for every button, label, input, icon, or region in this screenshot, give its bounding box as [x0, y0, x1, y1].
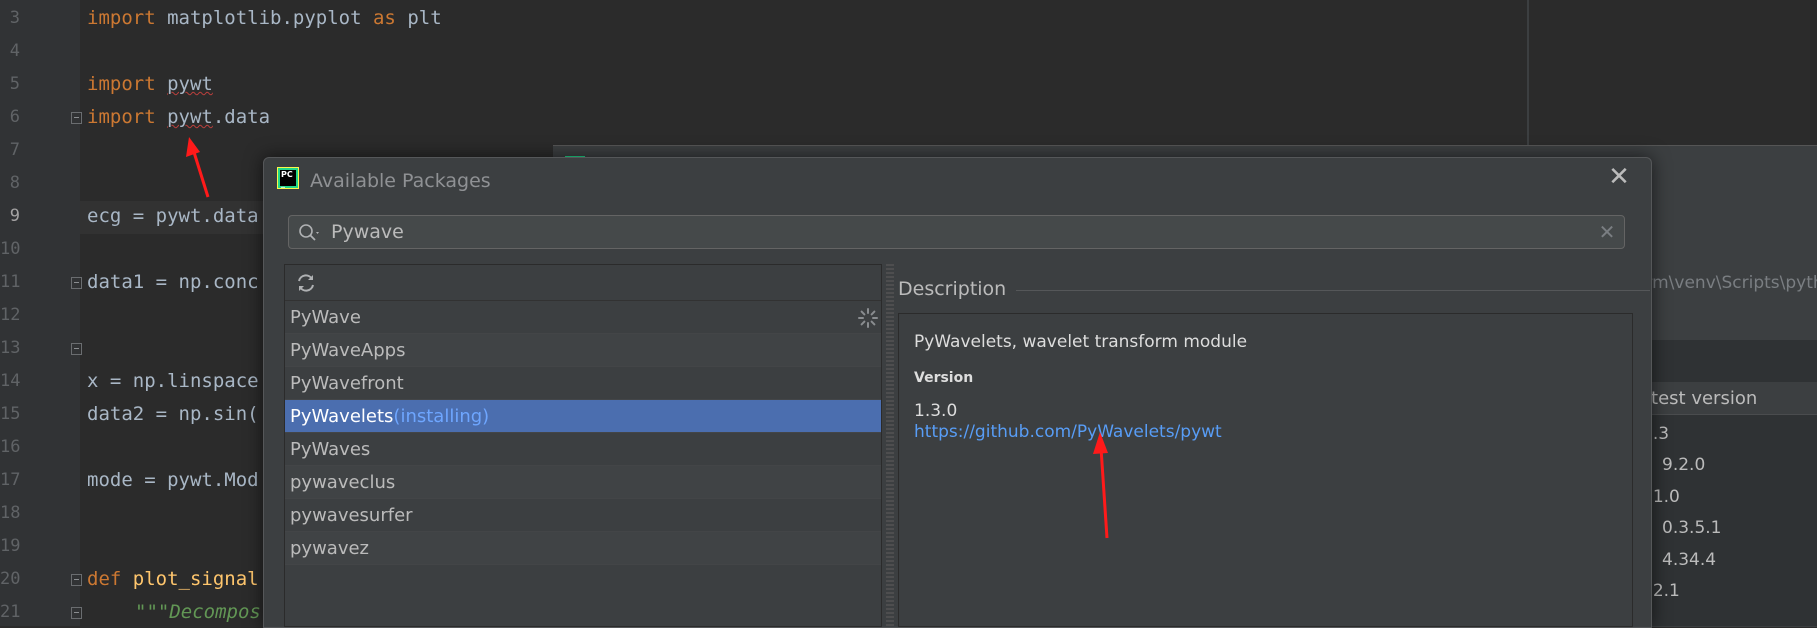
fold-toggle-icon[interactable]: [71, 277, 82, 289]
line-number: 11: [0, 272, 21, 292]
interpreter-path: arm\venv\Scripts\pyth: [1635, 273, 1817, 293]
close-icon[interactable]: ✕: [1604, 162, 1634, 192]
fold-toggle-icon[interactable]: [71, 574, 82, 586]
line-number: 8: [9, 173, 20, 193]
clear-search-icon[interactable]: ✕: [1595, 219, 1619, 245]
package-list-toolbar: [285, 265, 881, 301]
code-line[interactable]: x = np.linspace: [87, 370, 259, 392]
list-item[interactable]: pywavesurfer: [285, 499, 881, 532]
version-cell: 0.3.5.1: [1662, 518, 1722, 538]
unresolved-module: pywt: [167, 73, 213, 95]
list-item[interactable]: PyWavefront: [285, 367, 881, 400]
line-number: 3: [9, 8, 20, 28]
module-attr: .data: [212, 106, 271, 128]
line-number: 6: [9, 107, 20, 127]
package-name: pywavez: [290, 538, 370, 559]
unresolved-module: pywt: [167, 106, 213, 128]
list-item-selected[interactable]: PyWavelets(installing): [285, 400, 881, 433]
line-number: 5: [9, 74, 20, 94]
keyword: import: [87, 106, 156, 128]
version-cell: 4.34.4: [1662, 550, 1717, 570]
line-number: 10: [0, 239, 21, 259]
package-name: pywavesurfer: [290, 505, 413, 526]
line-number: 13: [0, 338, 21, 358]
fold-toggle-icon[interactable]: [71, 607, 82, 619]
line-number-current: 9: [9, 206, 20, 226]
line-number: 20: [0, 569, 21, 589]
line-number: 17: [0, 470, 21, 490]
available-packages-dialog: PC_ Available Packages ✕ ✕ PyWave: [263, 157, 1652, 628]
code-line[interactable]: def plot_signal: [87, 568, 259, 590]
list-item[interactable]: pywavez: [285, 532, 881, 565]
module-name: matplotlib.pyplot: [155, 7, 373, 29]
version-cell: 9.2.0: [1662, 455, 1706, 475]
search-icon[interactable]: [297, 222, 321, 244]
list-item[interactable]: pywaveclus: [285, 466, 881, 499]
line-number: 14: [0, 371, 21, 391]
line-number: 19: [0, 536, 21, 556]
editor-right-margin: [1527, 0, 1529, 150]
function-name: plot_signal: [132, 568, 259, 590]
splitter-handle[interactable]: [886, 264, 894, 627]
loading-spinner-icon: [858, 308, 878, 328]
line-number: 15: [0, 404, 21, 424]
package-name: PyWavelets: [290, 406, 394, 427]
search-field[interactable]: ✕: [288, 215, 1625, 249]
description-heading: Description: [898, 278, 1017, 300]
line-number: 12: [0, 305, 21, 325]
alias: plt: [395, 7, 442, 29]
line-number: 18: [0, 503, 21, 523]
fold-toggle-icon[interactable]: [71, 343, 82, 355]
package-summary: PyWavelets, wavelet transform module: [914, 332, 1248, 352]
code-line[interactable]: import pywt: [87, 73, 213, 95]
homepage-link[interactable]: https://github.com/PyWavelets/pywt: [914, 422, 1222, 442]
list-item[interactable]: PyWaveApps: [285, 334, 881, 367]
version-value: 1.3.0: [914, 401, 958, 421]
line-number: 4: [9, 41, 20, 61]
latest-version-header: atest version: [1640, 388, 1758, 409]
package-name: PyWave: [290, 307, 361, 328]
keyword: import: [87, 73, 156, 95]
docstring[interactable]: """Decompos: [135, 601, 261, 623]
fold-toggle-icon[interactable]: [71, 112, 82, 124]
code-line[interactable]: mode = pywt.Mod: [87, 469, 259, 491]
line-number: 7: [9, 140, 20, 160]
refresh-icon[interactable]: [294, 271, 318, 295]
description-pane: PyWavelets, wavelet transform module Ver…: [898, 313, 1633, 627]
line-number-gutter: 3 4 5 6 7 8 9 10 11 12 13 14 15 16 17 18…: [0, 0, 80, 626]
code-line[interactable]: data2 = np.sin(: [87, 403, 259, 425]
line-number: 21: [0, 602, 21, 622]
code-line[interactable]: import matplotlib.pyplot as plt: [87, 7, 442, 29]
package-name: PyWaveApps: [290, 340, 406, 361]
list-item[interactable]: PyWave: [285, 301, 881, 334]
keyword: def: [87, 568, 122, 590]
dialog-title: Available Packages: [310, 170, 491, 192]
code-line[interactable]: ecg = pywt.data: [87, 205, 259, 227]
keyword: import: [87, 7, 156, 29]
line-number: 16: [0, 437, 21, 457]
list-item[interactable]: PyWaves: [285, 433, 881, 466]
code-line[interactable]: data1 = np.conc: [87, 271, 259, 293]
code-line[interactable]: import pywt.data: [87, 106, 270, 128]
pycharm-icon: PC _: [277, 167, 299, 189]
search-input[interactable]: [331, 216, 1571, 248]
keyword: as: [372, 7, 396, 29]
package-list: PyWave PyWaveApps PyWavefront PyWavelets…: [285, 301, 881, 565]
install-status: (installing): [393, 406, 490, 427]
package-name: PyWavefront: [290, 373, 404, 394]
package-name: pywaveclus: [290, 472, 396, 493]
version-label: Version: [914, 370, 974, 386]
package-list-panel: PyWave PyWaveApps PyWavefront PyWavelets…: [284, 264, 882, 627]
package-name: PyWaves: [290, 439, 371, 460]
